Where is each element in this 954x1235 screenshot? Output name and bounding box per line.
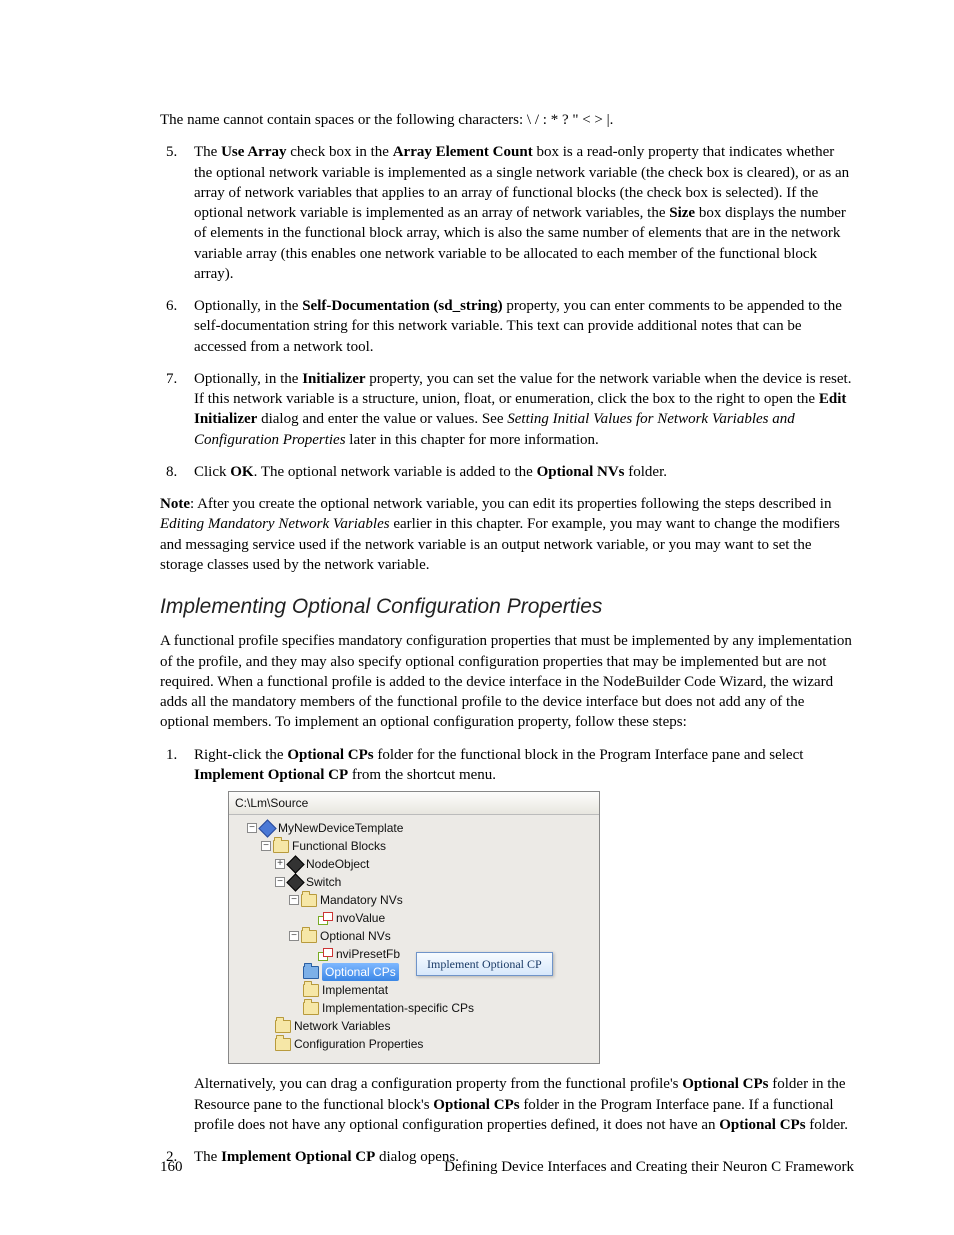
template-icon bbox=[258, 819, 276, 837]
tree-row-switch[interactable]: − Switch bbox=[233, 873, 595, 891]
tree-row-fb[interactable]: − Functional Blocks bbox=[233, 837, 595, 855]
tree-label: NodeObject bbox=[306, 856, 369, 872]
collapse-icon[interactable]: − bbox=[275, 877, 285, 887]
page-footer: 160 Defining Device Interfaces and Creat… bbox=[160, 1157, 854, 1177]
list-item-7: 7. Optionally, in the Initializer proper… bbox=[160, 369, 854, 450]
note-paragraph: Note: After you create the optional netw… bbox=[160, 494, 854, 575]
tree-figure: C:\Lm\Source − MyNewDeviceTemplate − Fun… bbox=[194, 785, 854, 1074]
folder-icon bbox=[303, 966, 319, 979]
ordered-list-b: 1. Right-click the Optional CPs folder f… bbox=[160, 745, 854, 1168]
tree-body: − MyNewDeviceTemplate − Functional Block… bbox=[229, 815, 599, 1063]
section-heading: Implementing Optional Configuration Prop… bbox=[160, 593, 854, 621]
tree-label-selected: Optional CPs bbox=[322, 963, 399, 981]
tree-row-implnvs[interactable]: Implementat bbox=[233, 981, 595, 999]
folder-icon bbox=[275, 1038, 291, 1051]
context-menu-item[interactable]: Implement Optional CP bbox=[416, 952, 553, 976]
tree-row-root[interactable]: − MyNewDeviceTemplate bbox=[233, 819, 595, 837]
tree-label: Implementat bbox=[322, 982, 388, 998]
folder-icon bbox=[273, 840, 289, 853]
tree-label: Switch bbox=[306, 874, 341, 890]
folder-icon bbox=[301, 894, 317, 907]
section-intro: A functional profile specifies mandatory… bbox=[160, 631, 854, 732]
tree-label: Optional NVs bbox=[320, 928, 391, 944]
page-number: 160 bbox=[160, 1157, 183, 1177]
tree-row-netvars[interactable]: Network Variables bbox=[233, 1017, 595, 1035]
tree-label: nviPresetFb bbox=[336, 946, 400, 962]
block-icon bbox=[286, 855, 304, 873]
tree-label: MyNewDeviceTemplate bbox=[278, 820, 403, 836]
tree-label: Mandatory NVs bbox=[320, 892, 403, 908]
tree-panel: C:\Lm\Source − MyNewDeviceTemplate − Fun… bbox=[228, 791, 600, 1064]
list-item-6: 6. Optionally, in the Self-Documentation… bbox=[160, 296, 854, 357]
top-note: The name cannot contain spaces or the fo… bbox=[160, 110, 854, 130]
tree-row-nvo[interactable]: nvoValue bbox=[233, 909, 595, 927]
tree-header: C:\Lm\Source bbox=[229, 792, 599, 815]
collapse-icon[interactable]: − bbox=[261, 841, 271, 851]
collapse-icon[interactable]: − bbox=[289, 931, 299, 941]
folder-icon bbox=[301, 930, 317, 943]
tree-row-cfgprops[interactable]: Configuration Properties bbox=[233, 1035, 595, 1053]
tree-row-nodeobject[interactable]: + NodeObject bbox=[233, 855, 595, 873]
step-1: 1. Right-click the Optional CPs folder f… bbox=[160, 745, 854, 1135]
collapse-icon[interactable]: − bbox=[247, 823, 257, 833]
block-icon bbox=[286, 873, 304, 891]
tree-row-implcps[interactable]: Implementation-specific CPs bbox=[233, 999, 595, 1017]
collapse-icon[interactable]: − bbox=[289, 895, 299, 905]
tree-label: Implementation-specific CPs bbox=[322, 1000, 474, 1016]
folder-icon bbox=[275, 1020, 291, 1033]
expand-icon[interactable]: + bbox=[275, 859, 285, 869]
list-item-5: 5. The Use Array check box in the Array … bbox=[160, 142, 854, 284]
footer-title: Defining Device Interfaces and Creating … bbox=[444, 1157, 854, 1177]
variable-icon bbox=[318, 948, 332, 960]
tree-row-optnvs[interactable]: − Optional NVs bbox=[233, 927, 595, 945]
tree-label: nvoValue bbox=[336, 910, 385, 926]
page: The name cannot contain spaces or the fo… bbox=[0, 0, 954, 1235]
folder-icon bbox=[303, 984, 319, 997]
variable-icon bbox=[318, 912, 332, 924]
list-item-8: 8. Click OK. The optional network variab… bbox=[160, 462, 854, 482]
tree-label: Configuration Properties bbox=[294, 1036, 423, 1052]
step-1-alt: Alternatively, you can drag a configurat… bbox=[194, 1074, 854, 1135]
tree-label: Network Variables bbox=[294, 1018, 390, 1034]
folder-icon bbox=[303, 1002, 319, 1015]
tree-row-mandnvs[interactable]: − Mandatory NVs bbox=[233, 891, 595, 909]
tree-label: Functional Blocks bbox=[292, 838, 386, 854]
ordered-list-a: 5. The Use Array check box in the Array … bbox=[160, 142, 854, 482]
